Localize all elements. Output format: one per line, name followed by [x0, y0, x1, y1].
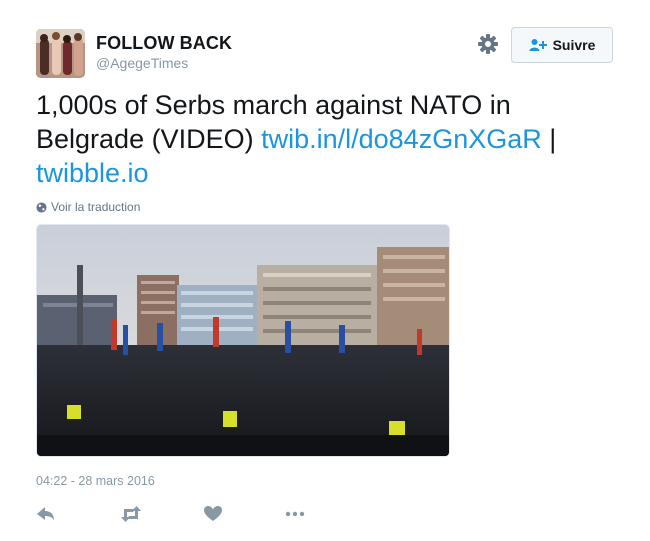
tweet-text: 1,000s of Serbs march against NATO in Be… — [36, 88, 596, 190]
gear-icon[interactable] — [477, 33, 499, 55]
follow-label: Suivre — [552, 37, 596, 53]
avatar[interactable] — [36, 29, 85, 78]
translate-link[interactable]: Voir la traduction — [36, 200, 140, 214]
display-name[interactable]: FOLLOW BACK — [96, 33, 232, 54]
add-user-icon — [529, 38, 547, 52]
more-icon[interactable] — [284, 503, 306, 525]
globe-icon — [36, 201, 47, 213]
tweet-link-twibble[interactable]: twibble.io — [36, 158, 149, 188]
tweet-separator: | — [541, 124, 557, 154]
tweet-card: FOLLOW BACK @AgegeTimes Suivre 1,000s of… — [0, 0, 650, 541]
translate-label: Voir la traduction — [51, 200, 141, 214]
user-handle[interactable]: @AgegeTimes — [96, 55, 188, 71]
heart-icon[interactable] — [203, 503, 223, 525]
retweet-icon[interactable] — [120, 503, 142, 525]
tweet-timestamp[interactable]: 04:22 - 28 mars 2016 — [36, 474, 155, 488]
reply-icon[interactable] — [36, 503, 56, 525]
tweet-photo[interactable] — [36, 224, 450, 457]
tweet-link-twibin[interactable]: twib.in/l/do84zGnXGaR — [261, 124, 542, 154]
action-bar — [36, 503, 336, 525]
follow-button[interactable]: Suivre — [511, 27, 613, 63]
